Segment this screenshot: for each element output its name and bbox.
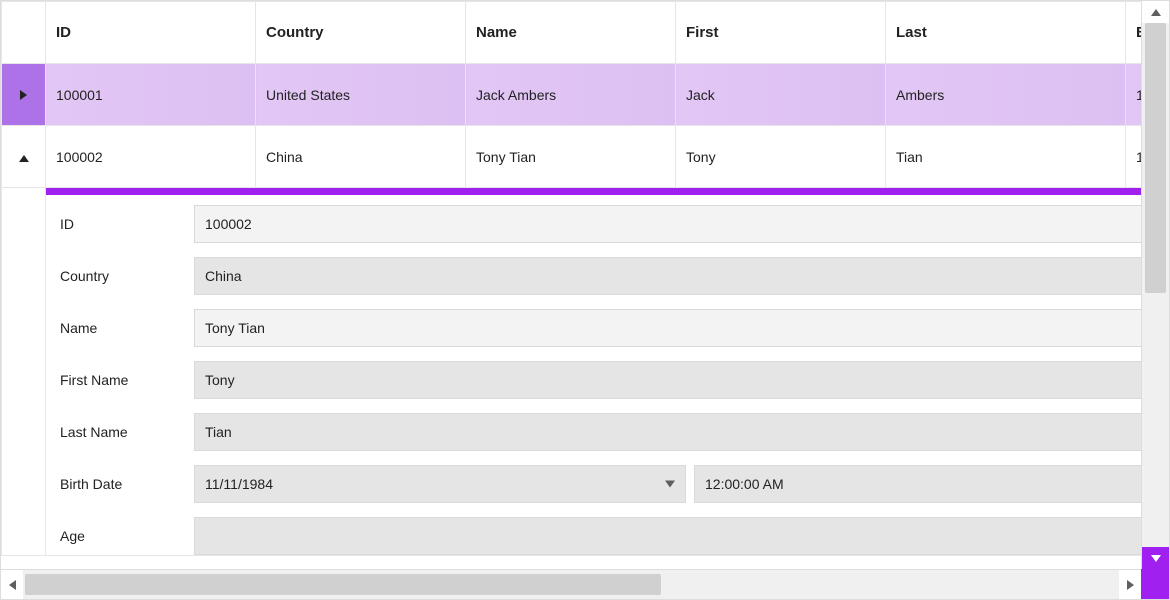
data-grid: ID Country Name First Last B 100001 bbox=[1, 1, 1141, 556]
label-name: Name bbox=[60, 320, 194, 336]
label-first-name: First Name bbox=[60, 372, 194, 388]
cell-name[interactable]: Tony Tian bbox=[466, 126, 676, 188]
horizontal-scroll-track[interactable] bbox=[23, 570, 1119, 599]
name-field[interactable]: Tony Tian bbox=[194, 309, 1141, 347]
vertical-scroll-track[interactable] bbox=[1142, 23, 1169, 547]
header-birth-partial[interactable]: B bbox=[1126, 2, 1142, 64]
first-name-value: Tony bbox=[205, 372, 235, 388]
cell-id[interactable]: 100002 bbox=[46, 126, 256, 188]
expand-toggle[interactable] bbox=[2, 126, 46, 188]
id-value: 100002 bbox=[205, 216, 252, 232]
table-row[interactable]: 100001 United States Jack Ambers Jack Am… bbox=[2, 64, 1142, 126]
scroll-left-button[interactable] bbox=[1, 570, 23, 599]
label-id: ID bbox=[60, 216, 194, 232]
header-first[interactable]: First bbox=[676, 2, 886, 64]
age-stepper[interactable]: 32 bbox=[194, 517, 1141, 555]
name-value: Tony Tian bbox=[205, 320, 265, 336]
cell-last[interactable]: Tian bbox=[886, 126, 1126, 188]
label-age: Age bbox=[60, 528, 194, 544]
birth-date-value: 11/11/1984 bbox=[205, 476, 273, 492]
chevron-down-icon[interactable] bbox=[665, 481, 675, 488]
last-name-field[interactable]: Tian bbox=[194, 413, 1141, 451]
label-last-name: Last Name bbox=[60, 424, 194, 440]
cell-first[interactable]: Jack bbox=[676, 64, 886, 126]
last-name-value: Tian bbox=[205, 424, 232, 440]
horizontal-scroll-thumb[interactable] bbox=[25, 574, 661, 595]
vertical-scroll-thumb[interactable] bbox=[1145, 23, 1166, 293]
detail-accent-bar bbox=[46, 188, 1141, 195]
cell-last[interactable]: Ambers bbox=[886, 64, 1126, 126]
detail-row: ID 100002 Country China Name Tony Tian bbox=[2, 188, 1142, 556]
scroll-down-button[interactable] bbox=[1142, 547, 1169, 569]
horizontal-scrollbar[interactable] bbox=[1, 569, 1141, 599]
triangle-left-icon bbox=[9, 580, 16, 590]
scrollbar-corner bbox=[1141, 569, 1169, 599]
birth-time-picker[interactable]: 12:00:00 AM bbox=[694, 465, 1141, 503]
id-field[interactable]: 100002 bbox=[194, 205, 1141, 243]
grid-viewport[interactable]: ID Country Name First Last B 100001 bbox=[1, 1, 1141, 569]
cell-name[interactable]: Jack Ambers bbox=[466, 64, 676, 126]
header-id[interactable]: ID bbox=[46, 2, 256, 64]
scroll-right-button[interactable] bbox=[1119, 570, 1141, 599]
chevron-right-icon bbox=[20, 90, 27, 100]
header-name[interactable]: Name bbox=[466, 2, 676, 64]
header-row: ID Country Name First Last B bbox=[2, 2, 1142, 64]
triangle-down-icon bbox=[1151, 555, 1161, 562]
cell-id[interactable]: 100001 bbox=[46, 64, 256, 126]
cell-first[interactable]: Tony bbox=[676, 126, 886, 188]
label-birth-date: Birth Date bbox=[60, 476, 194, 492]
cell-birth-partial[interactable]: 1 bbox=[1126, 64, 1142, 126]
detail-panel: ID 100002 Country China Name Tony Tian bbox=[46, 195, 1141, 555]
country-value: China bbox=[205, 268, 242, 284]
cell-birth-partial[interactable]: 1 bbox=[1126, 126, 1142, 188]
chevron-up-icon bbox=[19, 155, 29, 162]
header-country[interactable]: Country bbox=[256, 2, 466, 64]
cell-country[interactable]: United States bbox=[256, 64, 466, 126]
triangle-right-icon bbox=[1127, 580, 1134, 590]
cell-country[interactable]: China bbox=[256, 126, 466, 188]
birth-time-value: 12:00:00 AM bbox=[705, 476, 784, 492]
vertical-scrollbar[interactable] bbox=[1141, 1, 1169, 569]
country-field[interactable]: China bbox=[194, 257, 1141, 295]
scroll-up-button[interactable] bbox=[1142, 1, 1169, 23]
header-last[interactable]: Last bbox=[886, 2, 1126, 64]
expand-toggle[interactable] bbox=[2, 64, 46, 126]
first-name-field[interactable]: Tony bbox=[194, 361, 1141, 399]
label-country: Country bbox=[60, 268, 194, 284]
triangle-up-icon bbox=[1151, 9, 1161, 16]
birth-date-picker[interactable]: 11/11/1984 bbox=[194, 465, 686, 503]
datagrid-container: ID Country Name First Last B 100001 bbox=[0, 0, 1170, 600]
header-expander bbox=[2, 2, 46, 64]
table-row[interactable]: 100002 China Tony Tian Tony Tian 1 bbox=[2, 126, 1142, 188]
